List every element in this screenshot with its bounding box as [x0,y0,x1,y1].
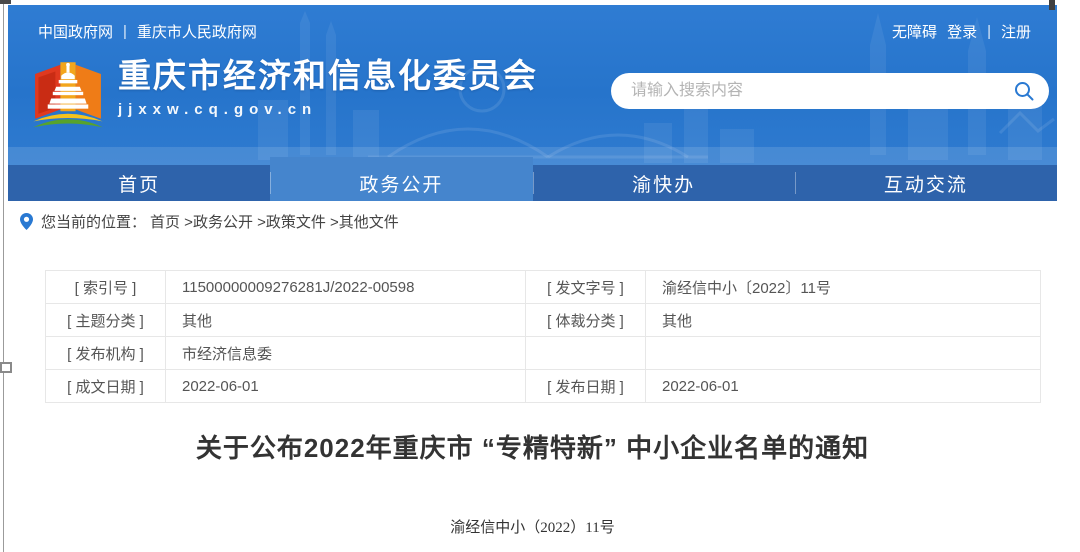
meta-value-topic-class: 其他 [166,304,526,337]
scan-corner-mark-right [1049,0,1055,10]
nav-home[interactable]: 首页 [8,165,270,201]
meta-value-doc-symbol: 渝经信中小〔2022〕11号 [646,271,1041,304]
table-row: [ 主题分类 ] 其他 [ 体裁分类 ] 其他 [46,304,1041,337]
site-title[interactable]: 重庆市经济和信息化委员会 [118,56,538,96]
article-doc-number: 渝经信中小（2022）11号 [8,516,1057,537]
meta-value-written-date: 2022-06-01 [166,370,526,403]
register-link[interactable]: 注册 [1001,21,1031,42]
meta-value-publish-date: 2022-06-01 [646,370,1041,403]
site-header: 中国政府网 | 重庆市人民政府网 无障碍 登录 | 注册 [8,5,1057,165]
account-links: 无障碍 登录 | 注册 [892,21,1031,42]
meta-value-publisher: 市经济信息委 [166,337,526,370]
accessibility-link[interactable]: 无障碍 [892,21,937,42]
separator: | [123,23,127,40]
scan-corner-mark-left [0,0,11,4]
nav-interaction[interactable]: 互动交流 [795,165,1057,201]
meta-label-publish-date: [ 发布日期 ] [526,370,646,403]
location-pin-icon [20,213,33,230]
brand-text: 重庆市经济和信息化委员会 jjxxw.cq.gov.cn [118,56,538,118]
nav-government-affairs[interactable]: 政务公开 [270,165,532,201]
meta-label-genre-class: [ 体裁分类 ] [526,304,646,337]
article-title: 关于公布2022年重庆市 “专精特新” 中小企业名单的通知 [8,428,1057,468]
breadcrumb-path[interactable]: 首页 >政务公开 >政策文件 >其他文件 [150,211,399,232]
meta-label-doc-symbol: [ 发文字号 ] [526,271,646,304]
meta-value-genre-class: 其他 [646,304,1041,337]
nav-yukuaiban[interactable]: 渝快办 [533,165,795,201]
link-china-gov[interactable]: 中国政府网 [38,21,113,42]
breadcrumb: 您当前的位置： 首页 >政务公开 >政策文件 >其他文件 [8,201,1057,241]
table-row: [ 成文日期 ] 2022-06-01 [ 发布日期 ] 2022-06-01 [46,370,1041,403]
utility-bar: 中国政府网 | 重庆市人民政府网 无障碍 登录 | 注册 [8,5,1057,42]
link-chongqing-gov[interactable]: 重庆市人民政府网 [137,21,257,42]
site-domain: jjxxw.cq.gov.cn [118,101,538,118]
site-logo-emblem-icon[interactable] [30,56,106,136]
selection-handle [0,362,12,373]
meta-label-written-date: [ 成文日期 ] [46,370,166,403]
meta-label-topic-class: [ 主题分类 ] [46,304,166,337]
breadcrumb-prefix: 您当前的位置： [41,211,146,232]
meta-value-index-no: 11500000009276281J/2022-00598 [166,271,526,304]
search-button[interactable] [1013,80,1035,102]
magnifier-icon [1013,80,1035,102]
scan-edge-line [3,0,4,552]
search-input[interactable] [629,81,1013,101]
meta-label-publisher: [ 发布机构 ] [46,337,166,370]
document-meta-table: [ 索引号 ] 11500000009276281J/2022-00598 [ … [45,270,1041,403]
separator: | [987,23,991,40]
page-container: 中国政府网 | 重庆市人民政府网 无障碍 登录 | 注册 [8,5,1057,537]
main-nav: 首页 政务公开 渝快办 互动交流 [8,165,1057,201]
gov-links: 中国政府网 | 重庆市人民政府网 [38,21,257,42]
search-box [611,73,1049,109]
header-bottom-band [8,147,1057,165]
meta-label-index-no: [ 索引号 ] [46,271,166,304]
meta-value-empty [646,337,1041,370]
meta-label-empty [526,337,646,370]
login-link[interactable]: 登录 [947,21,977,42]
table-row: [ 发布机构 ] 市经济信息委 [46,337,1041,370]
table-row: [ 索引号 ] 11500000009276281J/2022-00598 [ … [46,271,1041,304]
